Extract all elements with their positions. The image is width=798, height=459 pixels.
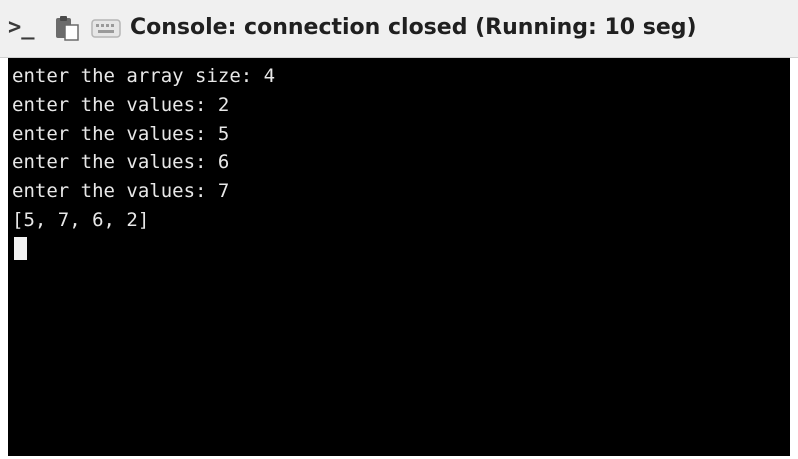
- console-titlebar: >_ Console: connection closed (Running: …: [0, 0, 798, 58]
- console-window: >_ Console: connection closed (Running: …: [0, 0, 798, 459]
- console-line: enter the values: 7: [12, 180, 230, 203]
- console-line: enter the values: 6: [12, 151, 230, 174]
- keyboard-icon[interactable]: [91, 15, 121, 41]
- console-output[interactable]: enter the array size: 4 enter the values…: [8, 58, 790, 456]
- terminal-prompt-icon[interactable]: >_: [8, 15, 46, 41]
- console-lines: enter the array size: 4 enter the values…: [12, 62, 275, 235]
- console-line: [5, 7, 6, 2]: [12, 208, 150, 231]
- console-line: enter the values: 5: [12, 122, 230, 145]
- console-line: enter the values: 2: [12, 93, 230, 116]
- text-cursor: [14, 237, 27, 260]
- console-line: enter the array size: 4: [12, 65, 276, 87]
- console-title: Console: connection closed (Running: 10 …: [130, 15, 697, 40]
- clipboard-icon[interactable]: [54, 15, 80, 41]
